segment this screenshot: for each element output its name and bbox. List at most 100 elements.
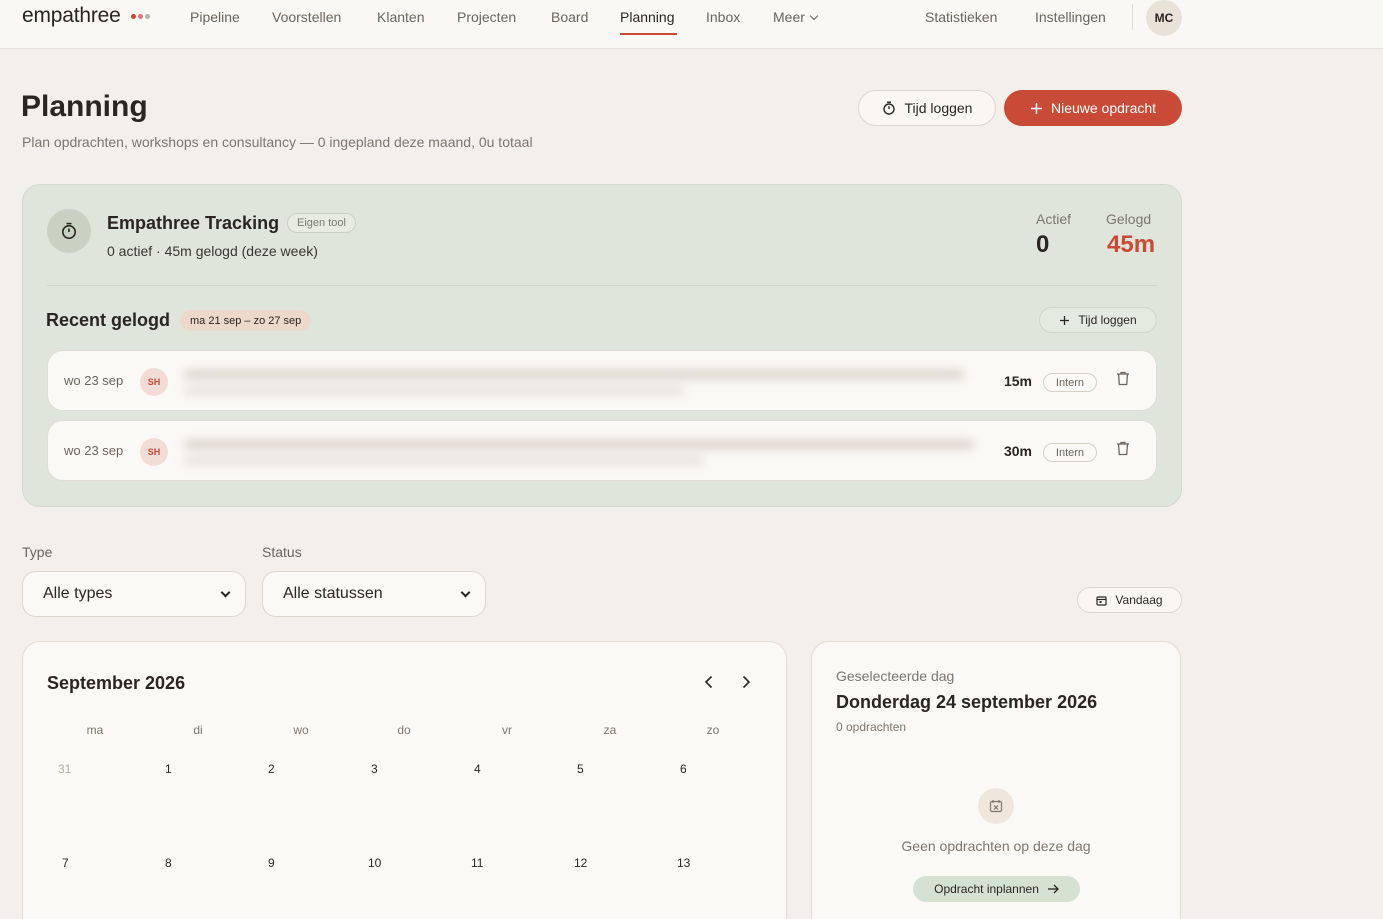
calendar-day[interactable]: 1: [165, 762, 172, 776]
nav-item-planning[interactable]: Planning: [620, 9, 675, 25]
entry-description-redacted: [174, 429, 984, 473]
log-time-button[interactable]: Tijd loggen: [858, 90, 996, 126]
calendar-day[interactable]: 8: [165, 856, 172, 870]
calendar-icon: [1096, 595, 1108, 606]
logo-dot: [131, 14, 136, 19]
entry-duration: 30m: [1003, 443, 1032, 459]
own-tool-badge: Eigen tool: [287, 213, 356, 233]
status-select-value: Alle statussen: [283, 585, 383, 602]
prev-month-button[interactable]: [700, 673, 718, 691]
logo-dot: [138, 14, 143, 19]
entry-avatar: SH: [140, 368, 168, 396]
new-assignment-label: Nieuwe opdracht: [1050, 100, 1157, 116]
calendar-month-title: September 2026: [47, 673, 186, 693]
weekday-header: zo: [706, 723, 720, 737]
panel-divider: [47, 285, 1157, 286]
calendar-x-icon: [978, 788, 1014, 824]
user-avatar[interactable]: MC: [1146, 0, 1182, 36]
calendar-day[interactable]: 12: [574, 856, 587, 870]
nav-item-statistieken[interactable]: Statistieken: [925, 9, 997, 25]
redaction-bar: [184, 457, 704, 464]
entry-duration: 15m: [1003, 373, 1032, 389]
today-label: Vandaag: [1115, 593, 1163, 607]
nav-item-voorstellen[interactable]: Voorstellen: [272, 9, 341, 25]
nav-item-klanten[interactable]: Klanten: [377, 9, 424, 25]
date-range-badge: ma 21 sep – zo 27 sep: [180, 310, 312, 331]
weekday-header: za: [603, 723, 617, 737]
plan-assignment-label: Opdracht inplannen: [934, 882, 1039, 896]
nav-item-inbox[interactable]: Inbox: [706, 9, 740, 25]
calendar-day[interactable]: 11: [471, 856, 483, 870]
chevron-down-icon: [220, 587, 231, 598]
calendar-day[interactable]: 7: [62, 856, 69, 870]
top-navigation: empathree Pipeline Voorstellen Klanten P…: [0, 0, 1383, 49]
type-select-value: Alle types: [43, 585, 113, 602]
calendar-day[interactable]: 10: [368, 856, 381, 870]
logo-dot: [145, 14, 150, 19]
selected-day-label: Geselecteerde dag: [836, 668, 955, 684]
calendar-day[interactable]: 5: [577, 762, 584, 776]
tracking-title: Empathree Tracking: [107, 213, 280, 233]
active-stat-value: 0: [1036, 231, 1050, 258]
nav-divider: [1132, 4, 1133, 30]
logo[interactable]: empathree: [22, 4, 121, 28]
entry-date: wo 23 sep: [64, 443, 124, 458]
active-stat-label: Actief: [1036, 211, 1072, 227]
new-assignment-button[interactable]: Nieuwe opdracht: [1004, 90, 1182, 126]
trash-icon[interactable]: [1116, 441, 1130, 461]
arrow-right-icon: [1047, 884, 1059, 894]
nav-item-board[interactable]: Board: [551, 9, 588, 25]
entry-tag: Intern: [1043, 443, 1097, 462]
logged-stat-value: 45m: [1107, 231, 1156, 258]
time-entry-row[interactable]: wo 23 sep SH 15m Intern: [47, 350, 1157, 411]
nav-item-pipeline[interactable]: Pipeline: [190, 9, 240, 25]
log-time-label: Tijd loggen: [904, 100, 973, 116]
logo-dots: [131, 14, 150, 19]
entry-avatar: SH: [140, 438, 168, 466]
weekday-header: ma: [86, 723, 104, 737]
recent-logged-title: Recent gelogd: [46, 310, 171, 330]
calendar-day[interactable]: 31: [58, 762, 71, 776]
plan-assignment-button[interactable]: Opdracht inplannen: [913, 876, 1080, 902]
plus-icon: [1030, 102, 1042, 114]
entry-date: wo 23 sep: [64, 373, 124, 388]
stopwatch-icon: [882, 101, 895, 115]
nav-item-projecten[interactable]: Projecten: [457, 9, 516, 25]
selected-day-count: 0 opdrachten: [836, 720, 907, 734]
log-time-small-label: Tijd loggen: [1078, 313, 1137, 327]
selected-day-title: Donderdag 24 september 2026: [836, 692, 1098, 712]
tracking-icon-circle: [47, 209, 91, 253]
logged-stat-label: Gelogd: [1106, 211, 1152, 227]
calendar-day[interactable]: 6: [680, 762, 687, 776]
empty-state-text: Geen opdrachten op deze dag: [901, 838, 1091, 854]
nav-item-meer[interactable]: Meer: [773, 9, 819, 25]
redaction-bar: [184, 387, 684, 394]
log-time-small-button[interactable]: Tijd loggen: [1039, 307, 1157, 333]
chevron-down-icon: [460, 587, 471, 598]
nav-item-instellingen[interactable]: Instellingen: [1035, 9, 1106, 25]
status-select[interactable]: Alle statussen: [262, 571, 486, 617]
nav-item-meer-label: Meer: [773, 9, 805, 25]
calendar-day[interactable]: 3: [371, 762, 378, 776]
entry-description-redacted: [174, 359, 984, 403]
redaction-bar: [184, 371, 964, 378]
chevron-left-icon: [704, 675, 713, 689]
calendar-day[interactable]: 4: [474, 762, 481, 776]
stopwatch-icon: [62, 222, 76, 239]
calendar-day[interactable]: 2: [268, 762, 275, 776]
calendar-day[interactable]: 9: [268, 856, 275, 870]
today-button[interactable]: Vandaag: [1077, 587, 1182, 613]
time-entry-row[interactable]: wo 23 sep SH 30m Intern: [47, 420, 1157, 481]
next-month-button[interactable]: [737, 673, 755, 691]
weekday-header: di: [193, 723, 203, 737]
page-title: Planning: [21, 90, 148, 123]
weekday-header: do: [397, 723, 411, 737]
entry-tag: Intern: [1043, 373, 1097, 392]
chevron-right-icon: [742, 675, 751, 689]
trash-icon[interactable]: [1116, 371, 1130, 391]
type-select[interactable]: Alle types: [22, 571, 246, 617]
weekday-header: wo: [293, 723, 309, 737]
calendar-day[interactable]: 13: [677, 856, 690, 870]
chevron-down-icon: [809, 11, 819, 21]
plus-icon: [1060, 315, 1070, 325]
